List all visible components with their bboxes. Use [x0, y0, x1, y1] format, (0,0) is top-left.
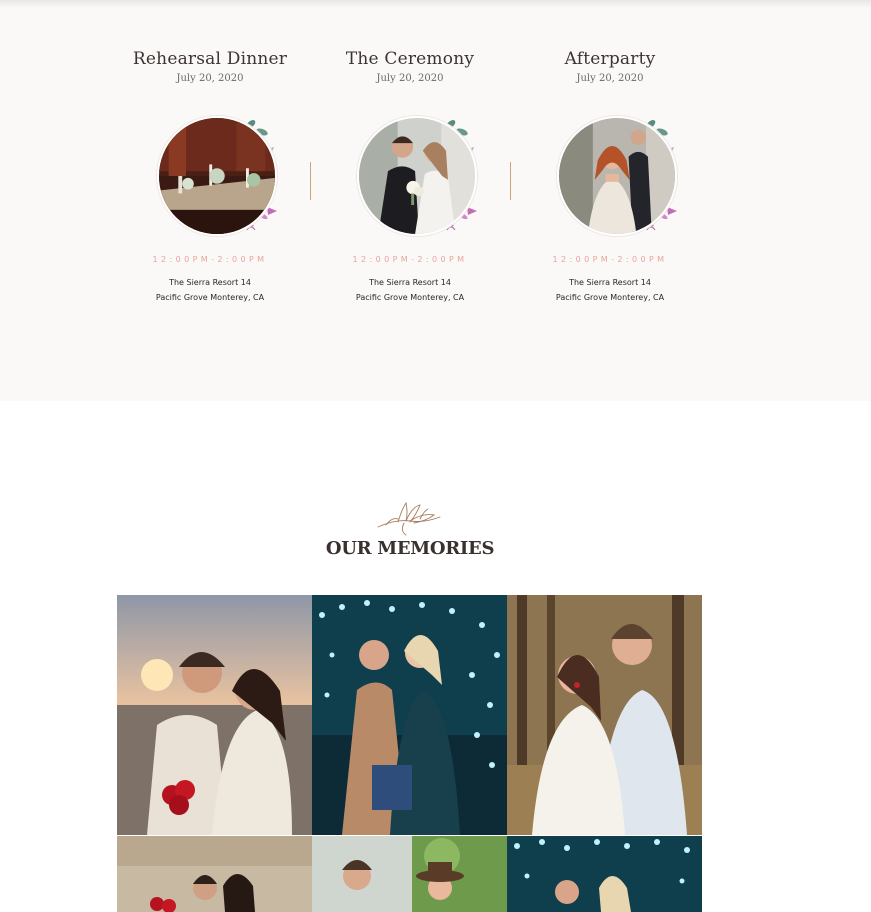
gallery-photo[interactable] [312, 836, 507, 912]
gallery-photo[interactable] [117, 595, 312, 835]
event-photo-frame [535, 112, 685, 247]
event-card-rehearsal-dinner: Rehearsal Dinner July 20, 2020 12:00PM-2… [110, 49, 310, 305]
gallery-photo[interactable] [507, 836, 702, 912]
address-line: Pacific Grove Monterey, CA [555, 293, 665, 302]
address-line: The Sierra Resort 14 [369, 278, 451, 287]
address-line: The Sierra Resort 14 [169, 278, 251, 287]
event-address: The Sierra Resort 14 Pacific Grove Monte… [310, 275, 510, 305]
event-photo [157, 116, 277, 236]
memories-gallery [117, 595, 702, 912]
address-line: The Sierra Resort 14 [569, 278, 651, 287]
event-photo [357, 116, 477, 236]
event-time: 12:00PM-2:00PM [552, 255, 668, 264]
memories-title: OUR MEMORIES [325, 538, 495, 559]
event-card-afterparty: Afterparty July 20, 2020 12:00PM-2:00PM … [510, 49, 710, 305]
bride-and-groom-image [359, 118, 475, 234]
event-photo-frame [335, 112, 485, 247]
bride-portrait-image [559, 118, 675, 234]
beach-sunset-couple-image [117, 595, 312, 835]
event-address: The Sierra Resort 14 Pacific Grove Monte… [510, 275, 710, 305]
dinner-table-image [159, 118, 275, 234]
event-time: 12:00PM-2:00PM [352, 255, 468, 264]
event-title: Rehearsal Dinner [132, 49, 288, 69]
address-line: Pacific Grove Monterey, CA [155, 293, 265, 302]
wall-couple-roses-image [117, 836, 312, 912]
address-line: Pacific Grove Monterey, CA [355, 293, 465, 302]
header-shadow [0, 0, 871, 8]
string-lights-couple-2-image [507, 836, 702, 912]
event-title: The Ceremony [345, 49, 475, 69]
events-section: Rehearsal Dinner July 20, 2020 12:00PM-2… [0, 0, 871, 401]
gallery-photo[interactable] [507, 595, 702, 835]
gallery-photo[interactable] [312, 595, 507, 835]
event-address: The Sierra Resort 14 Pacific Grove Monte… [110, 275, 310, 305]
event-date: July 20, 2020 [576, 73, 644, 84]
event-date: July 20, 2020 [176, 73, 244, 84]
event-photo [557, 116, 677, 236]
event-date: July 20, 2020 [376, 73, 444, 84]
event-title: Afterparty [564, 49, 656, 69]
lily-flower-icon [377, 501, 441, 536]
gallery-photo[interactable] [117, 836, 312, 912]
event-card-ceremony: The Ceremony July 20, 2020 12:00PM-2:00P… [310, 49, 510, 305]
string-lights-couple-image [312, 595, 507, 835]
event-photo-frame [135, 112, 285, 247]
forest-couple-image [507, 595, 702, 835]
couple-with-hat-image [312, 836, 507, 912]
event-time: 12:00PM-2:00PM [152, 255, 268, 264]
